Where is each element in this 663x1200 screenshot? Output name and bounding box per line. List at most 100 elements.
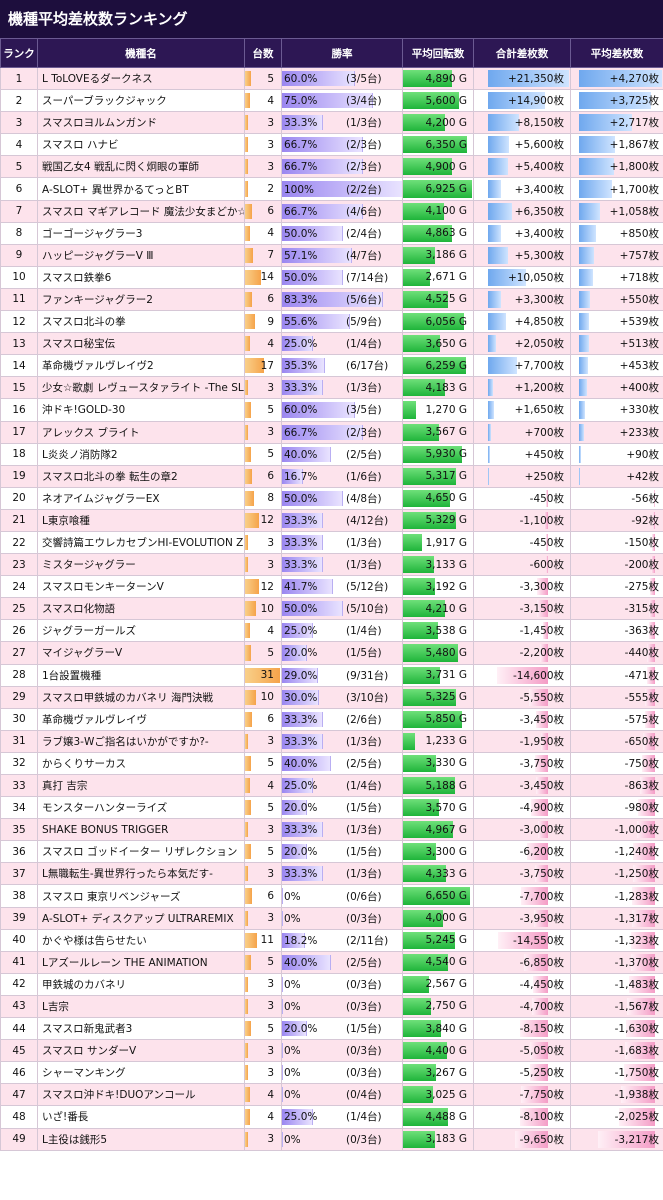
machine-name-cell[interactable]: スマスロ鉄拳6 <box>37 265 245 289</box>
machine-name-cell[interactable]: ミスタージャグラー <box>37 553 245 577</box>
total-diff-header[interactable]: 合計差枚数 <box>473 38 571 68</box>
machine-name-cell[interactable]: スーパーブラックジャック <box>37 89 245 113</box>
machine-name-cell[interactable]: L吉宗 <box>37 994 245 1019</box>
machine-name-cell[interactable]: スマスロ秘宝伝 <box>37 332 245 356</box>
machine-name-header[interactable]: 機種名 <box>37 38 245 68</box>
table-row[interactable]: 32 からくりサーカス 5 40.0% (2/5台) 3,330 G -3,750枚 -750… <box>0 751 663 776</box>
table-row[interactable]: 12 スマスロ北斗の拳 9 55.6% (5/9台) 6,056 G +4,850枚 +539… <box>0 310 663 334</box>
table-row[interactable]: 22 交響詩篇エウレカセブンHI-EVOLUTION ZERO 3 33.3% (1/3… <box>0 530 663 555</box>
table-row[interactable]: 23 ミスタージャグラー 3 33.3% (1/3台) 3,133 G -600枚 -200枚 <box>0 553 663 577</box>
table-row[interactable]: 27 マイジャグラーV 5 20.0% (1/5台) 5,480 G -2,200枚 -440… <box>0 641 663 665</box>
table-row[interactable]: 46 シャーマンキング 3 0% (0/3台) 3,267 G -5,250枚 -1,750枚 <box>0 1061 663 1085</box>
machine-name-cell[interactable]: ゴーゴージャグラー3 <box>37 221 245 245</box>
machine-name-cell[interactable]: からくりサーカス <box>37 751 245 776</box>
table-row[interactable]: 15 少女☆歌劇 レヴュースタァライト -The SLOT- 3 33.3% (1/3台… <box>0 376 663 400</box>
machine-name-cell[interactable]: かぐや様は告らせたい <box>37 928 245 952</box>
machine-name-cell[interactable]: ラブ嬢3-Wご指名はいかがですか?- <box>37 729 245 753</box>
table-row[interactable]: 20 ネオアイムジャグラーEX 8 50.0% (4/8台) 4,650 G -450枚 -5… <box>0 486 663 510</box>
machine-name-cell[interactable]: 沖ドキ!GOLD-30 <box>37 398 245 422</box>
table-row[interactable]: 35 SHAKE BONUS TRIGGER 3 33.3% (1/3台) 4,967 G… <box>0 818 663 842</box>
machine-name-cell[interactable]: スマスロ甲鉄城のカバネリ 海門決戦 <box>37 685 245 709</box>
machine-name-cell[interactable]: ファンキージャグラー2 <box>37 287 245 312</box>
table-row[interactable]: 5 戦国乙女4 戦乱に閃く炯眼の軍師 3 66.7% (2/3台) 4,900 G +5,4… <box>0 155 663 179</box>
machine-name-cell[interactable]: A-SLOT+ ディスクアップ ULTRAREMIX <box>37 906 245 930</box>
table-row[interactable]: 48 いざ!番長 4 25.0% (1/4台) 4,488 G -8,100枚 -2,025枚 <box>0 1105 663 1129</box>
table-row[interactable]: 36 スマスロ ゴッドイーター リザレクション 5 20.0% (1/5台) 3,300 … <box>0 840 663 864</box>
table-row[interactable]: 42 甲鉄城のカバネリ 3 0% (0/3台) 2,567 G -4,450枚 -1,483枚 <box>0 972 663 996</box>
machine-name-cell[interactable]: 1台設置機種 <box>37 663 245 687</box>
machine-name-cell[interactable]: 革命機ヴァルヴレイヴ2 <box>37 354 245 378</box>
machine-name-cell[interactable]: マイジャグラーV <box>37 641 245 665</box>
machine-name-cell[interactable]: スマスロ北斗の拳 転生の章2 <box>37 464 245 488</box>
machine-name-cell[interactable]: ハッピージャグラーV Ⅲ <box>37 243 245 267</box>
table-row[interactable]: 25 スマスロ化物語 10 50.0% (5/10台) 4,210 G -3,150枚 -31… <box>0 597 663 621</box>
win-rate-header[interactable]: 勝率 <box>281 38 403 68</box>
table-row[interactable]: 14 革命機ヴァルヴレイヴ2 17 35.3% (6/17台) 6,259 G +7,700… <box>0 354 663 378</box>
machine-name-cell[interactable]: ネオアイムジャグラーEX <box>37 486 245 510</box>
machine-name-cell[interactable]: モンスターハンターライズ <box>37 796 245 820</box>
table-row[interactable]: 2 スーパーブラックジャック 4 75.0% (3/4台) 5,600 G +14,900枚… <box>0 89 663 113</box>
table-row[interactable]: 18 L炎炎ノ消防隊2 5 40.0% (2/5台) 5,930 G +450枚 +90枚 <box>0 442 663 466</box>
table-row[interactable]: 16 沖ドキ!GOLD-30 5 60.0% (3/5台) 1,270 G +1,650枚 +… <box>0 398 663 422</box>
avg-diff-header[interactable]: 平均差枚数 <box>570 38 663 68</box>
machine-name-cell[interactable]: シャーマンキング <box>37 1061 245 1085</box>
machine-name-cell[interactable]: スマスロ マギアレコード 魔法少女まどか☆マギカ外伝 <box>37 199 245 223</box>
table-row[interactable]: 29 スマスロ甲鉄城のカバネリ 海門決戦 10 30.0% (3/10台) 5,325 G… <box>0 685 663 709</box>
machine-name-cell[interactable]: Lアズールレーン THE ANIMATION <box>37 950 245 974</box>
table-row[interactable]: 45 スマスロ サンダーV 3 0% (0/3台) 4,400 G -5,050枚 -1,68… <box>0 1039 663 1063</box>
table-row[interactable]: 28 1台設置機種 31 29.0% (9/31台) 3,731 G -14,600枚 -47… <box>0 663 663 687</box>
table-row[interactable]: 6 A-SLOT+ 異世界かるてっとBT 2 100% (2/2台) 6,925 G +3,… <box>0 177 663 201</box>
table-row[interactable]: 47 スマスロ沖ドキ!DUOアンコール 4 0% (0/4台) 3,025 G -7,750… <box>0 1083 663 1107</box>
table-row[interactable]: 24 スマスロモンキーターンV 12 41.7% (5/12台) 3,192 G -3,30… <box>0 575 663 599</box>
machine-name-cell[interactable]: スマスロヨルムンガンド <box>37 111 245 135</box>
machine-name-cell[interactable]: スマスロ化物語 <box>37 597 245 621</box>
machine-name-cell[interactable]: L東京喰種 <box>37 508 245 532</box>
table-row[interactable]: 7スマスロ マギアレコード 魔法少女まどか☆マギカ外伝 6 66.7% (4/6台) 4… <box>0 199 663 223</box>
machine-name-cell[interactable]: L炎炎ノ消防隊2 <box>37 442 245 466</box>
machine-name-cell[interactable]: アレックス ブライト <box>37 420 245 444</box>
table-row[interactable]: 10 スマスロ鉄拳6 14 50.0% (7/14台) 2,671 G +10,050枚 +7… <box>0 265 663 289</box>
table-row[interactable]: 43 L吉宗 3 0% (0/3台) 2,750 G -4,700枚 -1,567枚 <box>0 994 663 1019</box>
machine-name-cell[interactable]: A-SLOT+ 異世界かるてっとBT <box>37 177 245 201</box>
table-row[interactable]: 4 スマスロ ハナビ 3 66.7% (2/3台) 6,350 G +5,600枚 +1,86… <box>0 133 663 157</box>
table-row[interactable]: 44 スマスロ新鬼武者3 5 20.0% (1/5台) 3,840 G -8,150枚 -1,… <box>0 1017 663 1041</box>
rank-header[interactable]: ランク <box>0 38 38 68</box>
machine-name-cell[interactable]: いざ!番長 <box>37 1105 245 1129</box>
machine-name-cell[interactable]: 甲鉄城のカバネリ <box>37 972 245 996</box>
table-row[interactable]: 17 アレックス ブライト 3 66.7% (2/3台) 3,567 G +700枚 +233… <box>0 420 663 444</box>
table-row[interactable]: 41 Lアズールレーン THE ANIMATION 5 40.0% (2/5台) 4,54… <box>0 950 663 974</box>
machine-name-cell[interactable]: L無職転生-異世界行ったら本気だす- <box>37 862 245 886</box>
machine-name-cell[interactable]: スマスロ サンダーV <box>37 1039 245 1063</box>
table-row[interactable]: 31 ラブ嬢3-Wご指名はいかがですか?- 3 33.3% (1/3台) 1,233 G -… <box>0 729 663 753</box>
table-row[interactable]: 39 A-SLOT+ ディスクアップ ULTRAREMIX 3 0% (0/3台) 4,0… <box>0 906 663 930</box>
table-row[interactable]: 1L ToLOVEるダークネス 5 60.0% (3/5台) 4,890 G +21,35… <box>0 66 663 91</box>
machine-name-cell[interactable]: スマスロ新鬼武者3 <box>37 1017 245 1041</box>
machine-name-cell[interactable]: スマスロ ハナビ <box>37 133 245 157</box>
machine-name-cell[interactable]: L ToLOVEるダークネス <box>37 66 245 91</box>
table-row[interactable]: 37 L無職転生-異世界行ったら本気だす- 3 33.3% (1/3台) 4,333 G -… <box>0 862 663 886</box>
table-row[interactable]: 49 L主役は銭形5 3 0% (0/3台) 3,183 G -9,650枚 -3,217枚 <box>0 1127 663 1151</box>
table-row[interactable]: 30 革命機ヴァルヴレイヴ 6 33.3% (2/6台) 5,850 G -3,450枚 -5… <box>0 707 663 731</box>
unit-count-header[interactable]: 台数 <box>244 38 282 68</box>
table-row[interactable]: 13 スマスロ秘宝伝 4 25.0% (1/4台) 3,650 G +2,050枚 +513枚 <box>0 332 663 356</box>
table-row[interactable]: 38 スマスロ 東京リベンジャーズ 6 0% (0/6台) 6,650 G -7,700枚 -… <box>0 884 663 908</box>
table-row[interactable]: 3 スマスロヨルムンガンド 3 33.3% (1/3台) 4,200 G +8,150枚 +2… <box>0 111 663 135</box>
machine-name-cell[interactable]: スマスロ北斗の拳 <box>37 310 245 334</box>
machine-name-cell[interactable]: 少女☆歌劇 レヴュースタァライト -The SLOT- <box>37 376 245 400</box>
table-row[interactable]: 8 ゴーゴージャグラー3 4 50.0% (2/4台) 4,863 G +3,400枚 +85… <box>0 221 663 245</box>
table-row[interactable]: 40 かぐや様は告らせたい 11 18.2% (2/11台) 5,245 G -14,550… <box>0 928 663 952</box>
table-row[interactable]: 33 真打 吉宗 4 25.0% (1/4台) 5,188 G -3,450枚 -863枚 <box>0 773 663 798</box>
table-row[interactable]: 19 スマスロ北斗の拳 転生の章2 6 16.7% (1/6台) 5,317 G +250枚… <box>0 464 663 488</box>
machine-name-cell[interactable]: ジャグラーガールズ <box>37 619 245 643</box>
table-row[interactable]: 21 L東京喰種 12 33.3% (4/12台) 5,329 G -1,100枚 -92枚 <box>0 508 663 532</box>
machine-name-cell[interactable]: スマスロ ゴッドイーター リザレクション <box>37 840 245 864</box>
machine-name-cell[interactable]: スマスロ沖ドキ!DUOアンコール <box>37 1083 245 1107</box>
machine-name-cell[interactable]: 革命機ヴァルヴレイヴ <box>37 707 245 731</box>
machine-name-cell[interactable]: 真打 吉宗 <box>37 773 245 798</box>
table-row[interactable]: 26 ジャグラーガールズ 4 25.0% (1/4台) 3,538 G -1,450枚 -36… <box>0 619 663 643</box>
machine-name-cell[interactable]: スマスロ 東京リベンジャーズ <box>37 884 245 908</box>
table-row[interactable]: 9 ハッピージャグラーV Ⅲ 7 57.1% (4/7台) 3,186 G +5,300枚 +… <box>0 243 663 267</box>
machine-name-cell[interactable]: 戦国乙女4 戦乱に閃く炯眼の軍師 <box>37 155 245 179</box>
machine-name-cell[interactable]: スマスロモンキーターンV <box>37 575 245 599</box>
table-row[interactable]: 34 モンスターハンターライズ 5 20.0% (1/5台) 3,570 G -4,900枚… <box>0 796 663 820</box>
